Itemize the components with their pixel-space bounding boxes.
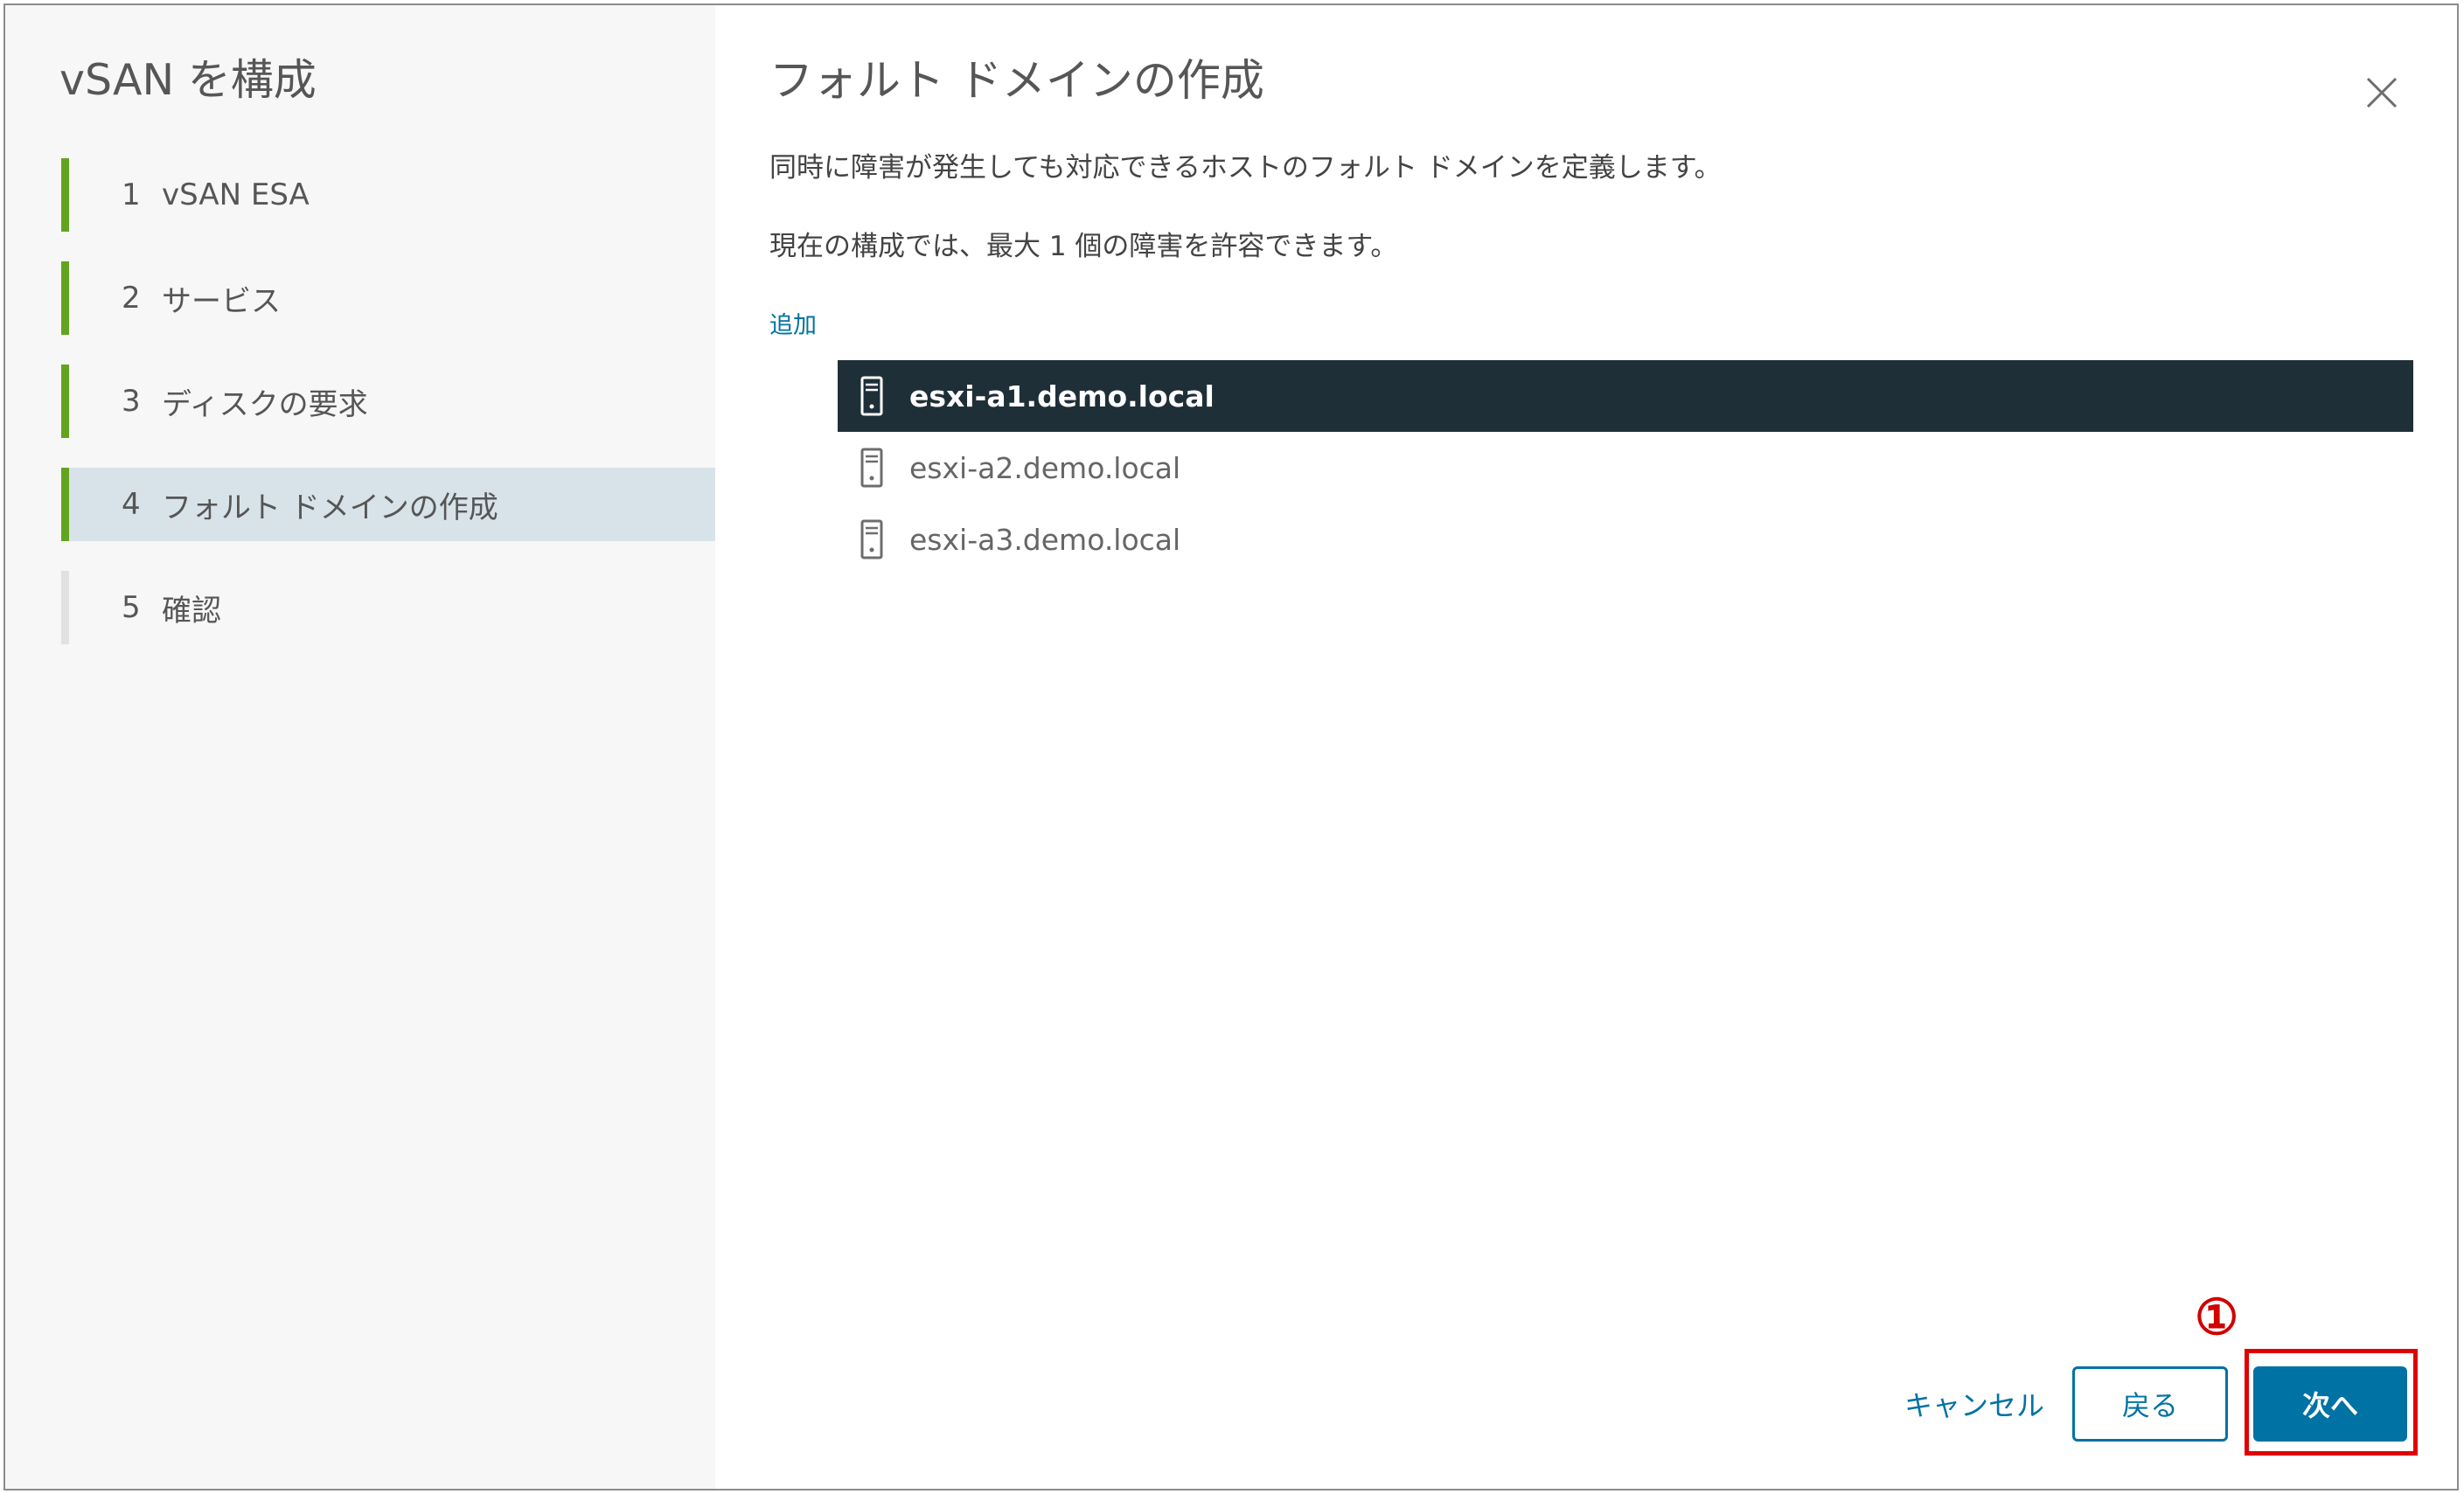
step-number: 2 — [122, 281, 141, 316]
tolerance-info: 現在の構成では、最大 1 個の障害を許容できます。 — [769, 231, 1398, 262]
host-row[interactable]: esxi-a3.demo.local — [838, 504, 2413, 575]
page-description: 同時に障害が発生しても対応できるホストのフォルト ドメインを定義します。 — [769, 152, 1722, 184]
server-icon — [860, 376, 883, 416]
cancel-button[interactable]: キャンセル — [1861, 1366, 2088, 1442]
wizard-dialog: vSAN を構成 1 vSAN ESA 2 サービス 3 ディスクの要求 4 フ… — [3, 3, 2459, 1491]
step-label: 確認 — [162, 593, 221, 629]
step-label: サービス — [162, 283, 281, 319]
step-label: フォルト ドメインの作成 — [162, 490, 498, 525]
step-3[interactable]: 3 ディスクの要求 — [61, 365, 715, 438]
wizard-content: フォルト ドメインの作成 同時に障害が発生しても対応できるホストのフォルト ドメ… — [715, 5, 2457, 1489]
step-number: 4 — [122, 487, 141, 522]
step-number: 1 — [122, 177, 141, 212]
back-button[interactable]: 戻る — [2072, 1366, 2228, 1442]
close-icon[interactable] — [2361, 72, 2403, 114]
step-number: 5 — [122, 590, 141, 625]
host-row[interactable]: esxi-a2.demo.local — [838, 432, 2413, 504]
wizard-title: vSAN を構成 — [59, 55, 317, 105]
server-icon — [860, 448, 883, 488]
step-label: ディスクの要求 — [162, 386, 368, 422]
step-label: vSAN ESA — [162, 177, 310, 212]
host-name: esxi-a1.demo.local — [909, 379, 1215, 413]
step-2[interactable]: 2 サービス — [61, 261, 715, 335]
annotation-highlight-box — [2245, 1349, 2418, 1456]
server-icon — [860, 519, 883, 559]
step-number: 3 — [122, 384, 141, 419]
host-name: esxi-a3.demo.local — [909, 522, 1181, 557]
annotation-marker: ① — [2195, 1289, 2239, 1346]
wizard-steps: 1 vSAN ESA 2 サービス 3 ディスクの要求 4 フォルト ドメインの… — [61, 158, 715, 674]
host-row-selected[interactable]: esxi-a1.demo.local — [838, 360, 2413, 432]
host-list: esxi-a1.demo.local esxi-a2.demo.local es… — [838, 360, 2413, 575]
step-1[interactable]: 1 vSAN ESA — [61, 158, 715, 232]
step-5[interactable]: 5 確認 — [61, 571, 715, 644]
host-name: esxi-a2.demo.local — [909, 450, 1181, 485]
wizard-sidebar: vSAN を構成 1 vSAN ESA 2 サービス 3 ディスクの要求 4 フ… — [5, 5, 715, 1489]
add-fault-domain-link[interactable]: 追加 — [769, 306, 817, 340]
step-4-active[interactable]: 4 フォルト ドメインの作成 — [61, 468, 715, 541]
page-title: フォルト ドメインの作成 — [769, 55, 1264, 106]
